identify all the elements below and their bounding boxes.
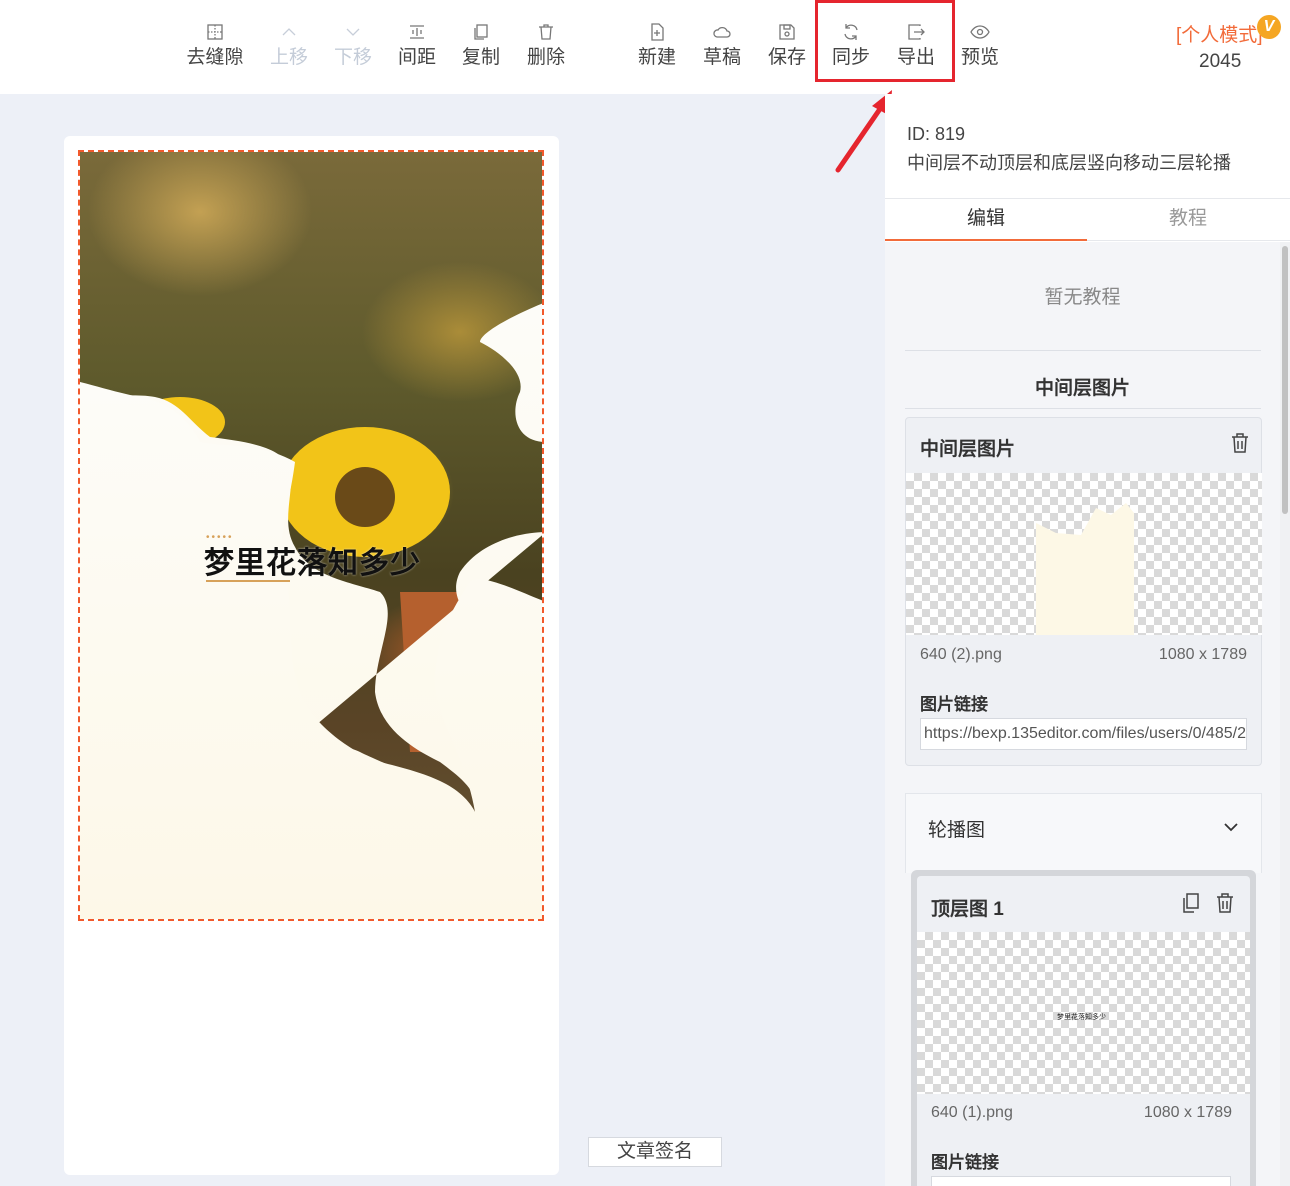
image-link-input[interactable]: https://bexp.135editor.com/files/users/0…	[920, 718, 1247, 750]
eye-icon	[970, 22, 990, 42]
carousel-title: 轮播图	[928, 820, 986, 841]
spacing-icon	[407, 22, 427, 42]
tool-label: 上移	[269, 47, 308, 68]
article-signature-button[interactable]: 文章签名	[588, 1137, 722, 1167]
divider	[905, 350, 1261, 351]
trash-icon[interactable]	[1230, 432, 1250, 454]
card-title: 顶层图 1	[931, 899, 1004, 920]
panel-scroll-area[interactable]: 暂无教程 中间层图片 中间层图片 640 (2).png 1080 x 1789…	[885, 242, 1290, 1186]
preview-button[interactable]: 预览	[948, 18, 1012, 70]
vip-badge-icon: V	[1257, 15, 1281, 39]
save-button[interactable]: 保存	[755, 18, 819, 70]
right-panel: ID: 819 中间层不动顶层和底层竖向移动三层轮播 编辑 教程 暂无教程 中间…	[885, 94, 1290, 1186]
tool-label: 下移	[333, 47, 372, 68]
personal-mode-link[interactable]: [个人模式]	[1176, 20, 1263, 47]
carousel-collapse[interactable]: 轮播图	[905, 793, 1262, 873]
new-button[interactable]: 新建	[625, 18, 689, 70]
image-link-label: 图片链接	[931, 1153, 999, 1172]
carousel-slide-frame: 顶层图 1 梦里花落知多少 640 (1).png 1080 x 1789 图片…	[911, 870, 1256, 1186]
template-meta: ID: 819 中间层不动顶层和底层竖向移动三层轮播	[907, 120, 1231, 178]
template-id: ID: 819	[907, 124, 966, 144]
highlight-annotation-box	[815, 0, 955, 82]
file-name: 640 (1).png	[931, 1104, 1013, 1121]
grid-dots-icon	[205, 22, 225, 42]
chevron-up-icon	[279, 22, 299, 42]
file-size: 1080 x 1789	[1158, 646, 1247, 663]
tab-edit[interactable]: 编辑	[885, 200, 1087, 241]
spacing-button[interactable]: 间距	[385, 18, 449, 70]
tool-label: 预览	[960, 47, 999, 68]
card-title: 中间层图片	[920, 439, 1016, 460]
cloud-icon	[712, 22, 732, 42]
tool-label: 复制	[461, 47, 500, 68]
divider	[905, 408, 1261, 409]
move-up-button[interactable]: 上移	[257, 18, 321, 70]
poster-title: 梦里花落知多少	[204, 546, 421, 581]
image-thumbnail[interactable]: 梦里花落知多少	[917, 932, 1250, 1094]
thumb-text: 梦里花落知多少	[1057, 1013, 1106, 1021]
title-underline	[206, 580, 290, 582]
tool-label: 去缝隙	[186, 47, 244, 68]
tool-label: 草稿	[702, 47, 741, 68]
copy-icon[interactable]	[1181, 892, 1201, 914]
no-tutorial-text: 暂无教程	[1044, 287, 1121, 308]
top-layer-card: 顶层图 1 梦里花落知多少 640 (1).png 1080 x 1789 图片…	[917, 876, 1250, 1186]
chevron-down-icon[interactable]	[1223, 820, 1239, 832]
new-file-icon	[647, 22, 667, 42]
tool-label: 新建	[637, 47, 676, 68]
copy-icon	[471, 22, 491, 42]
top-toolbar: 去缝隙 上移 下移 间距 复制 删除 新建 草稿 保存 同步 导出 预览 [个人…	[0, 0, 1290, 94]
template-name: 中间层不动顶层和底层竖向移动三层轮播	[907, 153, 1231, 173]
poster-preview[interactable]: ••••• 梦里花落知多少	[78, 150, 544, 921]
image-thumbnail[interactable]	[906, 473, 1262, 635]
tool-label: 保存	[767, 47, 806, 68]
file-size: 1080 x 1789	[1143, 1104, 1232, 1121]
save-icon	[777, 22, 797, 42]
count-value: 2045	[1199, 51, 1242, 72]
panel-tabs: 编辑 教程	[885, 200, 1290, 241]
tab-tutorial[interactable]: 教程	[1087, 200, 1289, 241]
trash-icon	[536, 22, 556, 42]
scrollbar-thumb[interactable]	[1282, 246, 1288, 514]
chevron-down-icon	[343, 22, 363, 42]
divider	[885, 198, 1290, 199]
image-link-label: 图片链接	[920, 695, 988, 714]
draft-button[interactable]: 草稿	[690, 18, 754, 70]
tool-label: 删除	[526, 47, 565, 68]
remove-gaps-button[interactable]: 去缝隙	[183, 18, 247, 70]
copy-button[interactable]: 复制	[449, 18, 513, 70]
section-title: 中间层图片	[1034, 378, 1130, 399]
tool-label: 间距	[397, 47, 436, 68]
move-down-button[interactable]: 下移	[321, 18, 385, 70]
cream-shape-thumbnail	[1036, 503, 1134, 635]
file-name: 640 (2).png	[920, 646, 1002, 663]
middle-layer-card: 中间层图片 640 (2).png 1080 x 1789 图片链接 https…	[905, 417, 1262, 766]
panel-scrollbar[interactable]	[1280, 242, 1290, 1186]
image-link-input[interactable]	[931, 1176, 1231, 1186]
delete-button[interactable]: 删除	[514, 18, 578, 70]
cream-wave-overlay	[80, 303, 542, 919]
trash-icon[interactable]	[1215, 892, 1235, 914]
